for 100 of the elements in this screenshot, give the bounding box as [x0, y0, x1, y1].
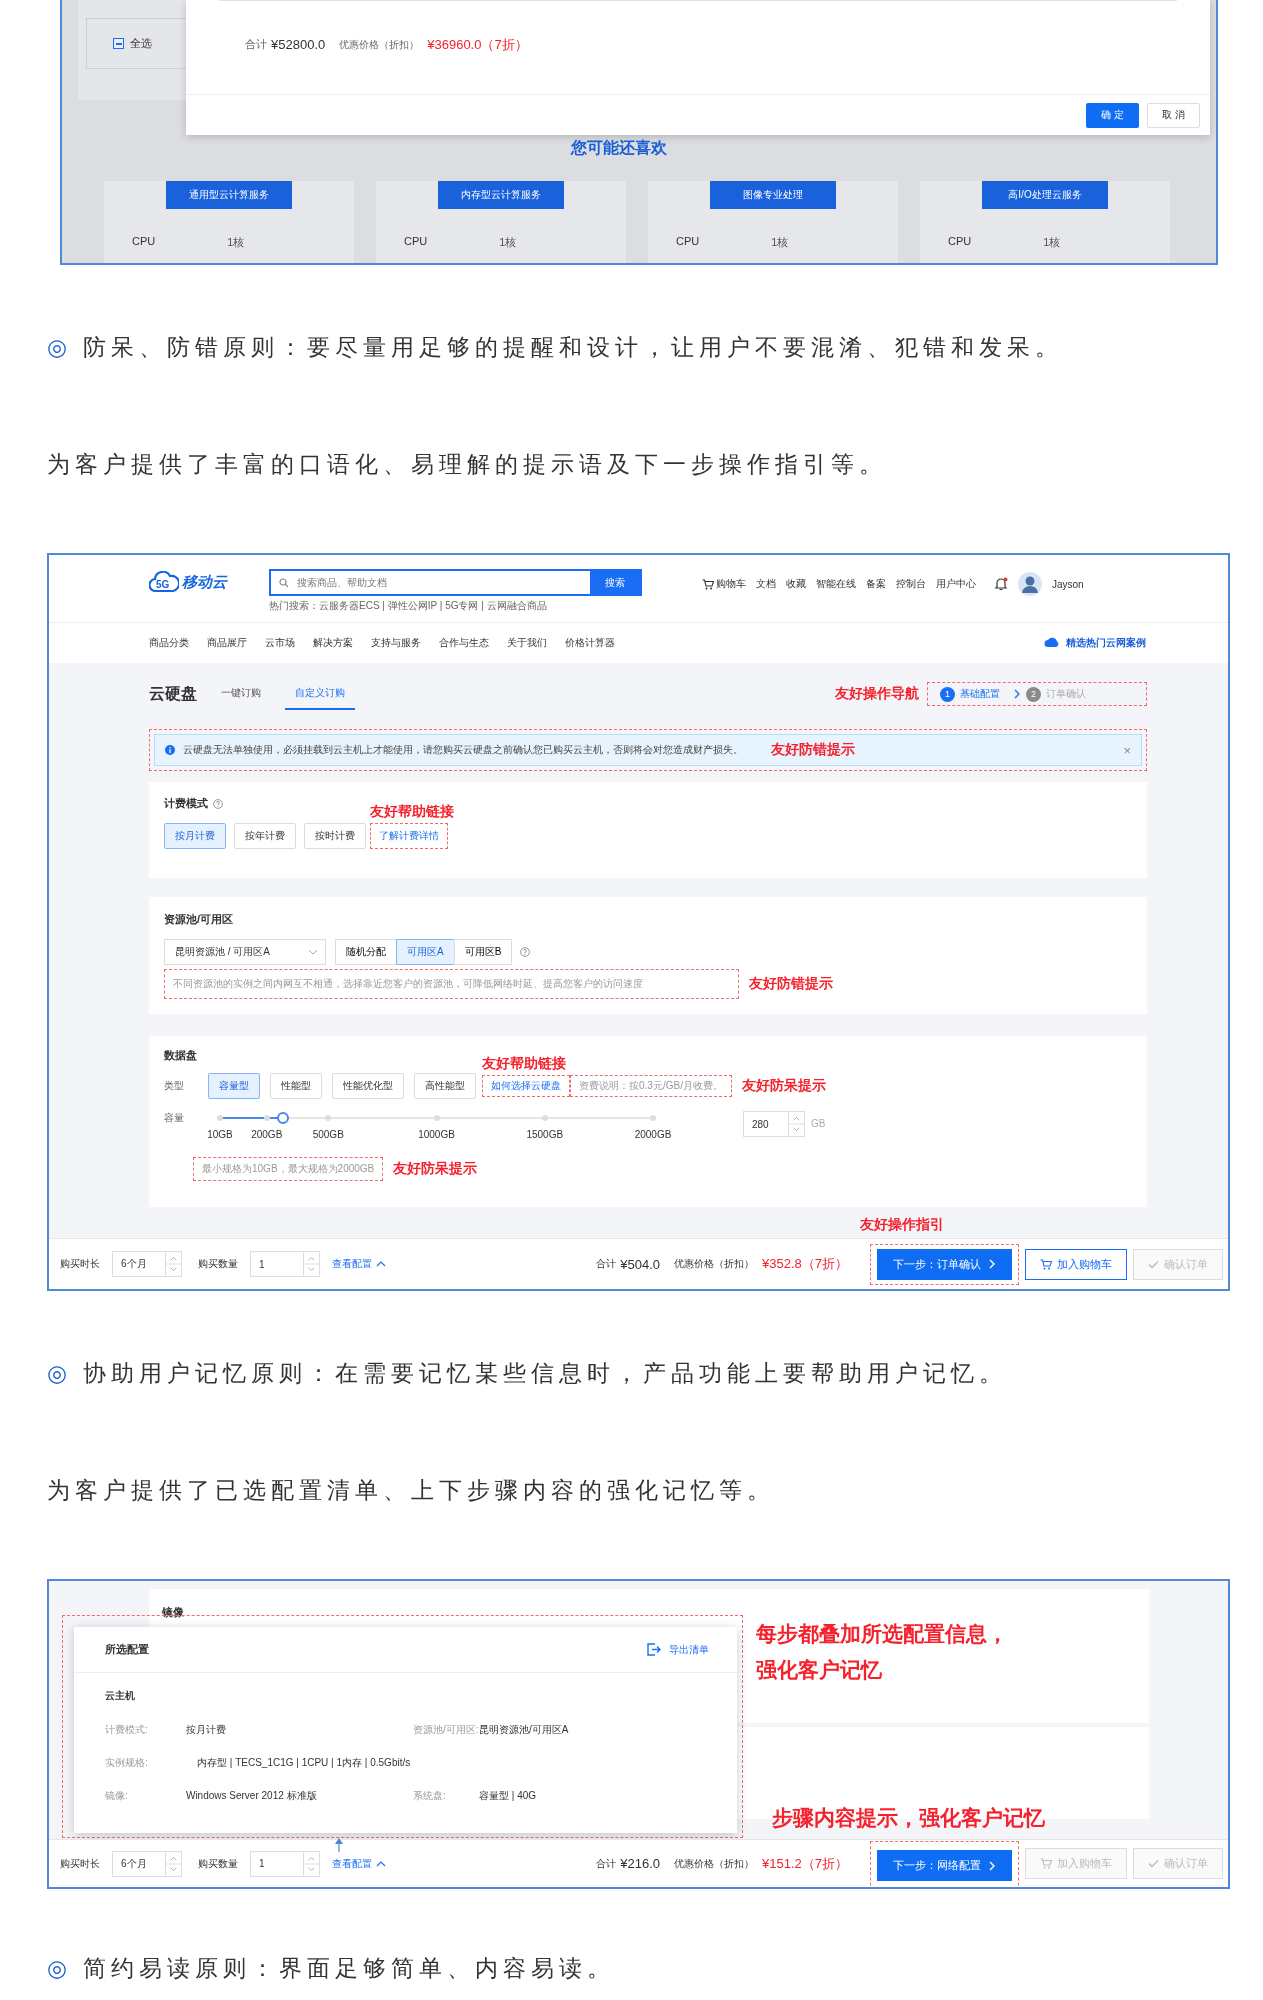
number-stepper[interactable]: 6个月: [112, 1251, 182, 1277]
view-config-link[interactable]: 查看配置: [332, 1257, 372, 1271]
slider-thumb[interactable]: [276, 1112, 289, 1124]
spec-value: 1核: [771, 235, 789, 250]
checkbox[interactable]: [113, 38, 124, 49]
export-icon[interactable]: [647, 1643, 661, 1656]
cart-icon: [1040, 1258, 1052, 1270]
total-price: ¥216.0: [620, 1856, 660, 1871]
nav-item[interactable]: 支持与服务: [371, 636, 421, 650]
avatar-icon[interactable]: [1018, 572, 1042, 596]
header-link[interactable]: 文档: [756, 577, 776, 591]
zone-option[interactable]: 可用区A: [396, 939, 455, 965]
section-title: 数据盘: [164, 1048, 197, 1063]
nav-item[interactable]: 解决方案: [313, 636, 353, 650]
spec-value: 1核: [227, 235, 245, 250]
config-label: 计费模式:: [105, 1722, 149, 1737]
confirm-button[interactable]: 确 定: [1086, 102, 1139, 128]
total-price: ¥504.0: [620, 1256, 660, 1272]
help-icon[interactable]: [520, 947, 531, 957]
nav-item[interactable]: 商品展厅: [207, 636, 247, 650]
header-link[interactable]: 备案: [866, 577, 886, 591]
section-title: 计费模式: [164, 796, 208, 811]
search-icon: [279, 577, 289, 588]
config-value: 内存型 | TECS_1C1G | 1CPU | 1内存 | 0.5Gbit/s: [197, 1755, 412, 1770]
promo-link[interactable]: 精选热门云网案例: [1066, 636, 1146, 650]
export-link[interactable]: 导出清单: [669, 1642, 709, 1657]
config-value: 按月计费: [185, 1722, 227, 1737]
popup-title: 所选配置: [105, 1642, 149, 1657]
number-stepper[interactable]: 6个月: [112, 1850, 182, 1877]
chevron-icon: [989, 1259, 996, 1269]
tab[interactable]: 自定义订购: [285, 678, 355, 710]
stepper-arrows-icon[interactable]: [165, 1252, 181, 1276]
number-stepper[interactable]: 1: [250, 1850, 320, 1877]
field-label: 购买数量: [198, 1257, 238, 1271]
principle-text: ◎ 简约易读原则：界面足够简单、内容易读。: [47, 1954, 617, 1983]
help-link[interactable]: 了解计费详情: [370, 823, 448, 849]
stepper-arrows-icon[interactable]: [303, 1252, 319, 1276]
discount-label: 优惠价格（折扣）: [339, 37, 420, 52]
spec-label: CPU: [132, 235, 156, 249]
option-button[interactable]: 按时计费: [304, 823, 366, 849]
search-field[interactable]: 搜索商品、帮助文档 搜索: [269, 569, 642, 596]
tick-label: 1000GB: [418, 1129, 455, 1140]
help-icon[interactable]: [213, 798, 223, 809]
option-button[interactable]: 按年计费: [234, 823, 296, 849]
option-button[interactable]: 容量型: [208, 1073, 260, 1099]
add-to-cart-button[interactable]: 加入购物车: [1025, 1248, 1127, 1280]
product-button[interactable]: 图像专业处理: [710, 181, 836, 209]
annotation-text: 友好操作指引: [860, 1216, 944, 1234]
nav-item[interactable]: 云市场: [265, 636, 295, 650]
config-label: 实例规格:: [105, 1755, 149, 1770]
nav-item[interactable]: 价格计算器: [565, 636, 615, 650]
field-label: 购买时长: [60, 1257, 100, 1271]
help-link[interactable]: 如何选择云硬盘: [482, 1075, 570, 1097]
annotation-text: 友好帮助链接: [482, 1055, 566, 1073]
hot-search-text: 热门搜索：云服务器ECS | 弹性公网IP | 5G专网 | 云网融合商品: [269, 599, 548, 613]
cancel-button[interactable]: 取 消: [1147, 102, 1200, 128]
stepper-arrows-icon[interactable]: [303, 1851, 319, 1876]
section-title: 资源池/可用区: [164, 912, 234, 927]
logo-badge-text: 5G: [156, 579, 170, 590]
total-label: 合计: [596, 1257, 617, 1271]
product-button[interactable]: 内存型云计算服务: [438, 181, 564, 209]
info-icon: [165, 745, 175, 755]
config-value: Windows Server 2012 标准版: [185, 1788, 318, 1803]
pool-dropdown[interactable]: 昆明资源池 / 可用区A: [164, 939, 326, 965]
header-link[interactable]: 收藏: [786, 577, 806, 591]
check-icon: [1148, 1859, 1159, 1868]
product-button[interactable]: 高I/O处理云服务: [982, 181, 1108, 209]
annotation-text: 每步都叠加所选配置信息，: [756, 1621, 1008, 1647]
caret-icon: [376, 1860, 386, 1867]
option-button[interactable]: 按月计费: [164, 823, 226, 849]
next-step-button[interactable]: 下一步：网络配置: [877, 1850, 1012, 1881]
zone-option[interactable]: 可用区B: [453, 939, 513, 965]
up-arrow-icon: [334, 1837, 344, 1852]
checkbox-label: 全选: [130, 36, 152, 51]
header-link[interactable]: 用户中心: [936, 577, 976, 591]
header-link[interactable]: 购物车: [716, 577, 746, 591]
nav-item[interactable]: 商品分类: [149, 636, 189, 650]
bell-icon[interactable]: [994, 577, 1008, 591]
spec-label: CPU: [948, 235, 972, 249]
stepper-arrows-icon[interactable]: [165, 1851, 181, 1876]
number-stepper[interactable]: 280: [743, 1111, 805, 1137]
option-button[interactable]: 高性能型: [414, 1073, 476, 1099]
nav-item[interactable]: 关于我们: [507, 636, 547, 650]
number-stepper[interactable]: 1: [250, 1251, 320, 1277]
option-button[interactable]: 性能优化型: [332, 1073, 404, 1099]
search-button[interactable]: 搜索: [590, 571, 640, 594]
view-config-link[interactable]: 查看配置: [332, 1856, 372, 1871]
product-button[interactable]: 通用型云计算服务: [166, 181, 292, 209]
nav-item[interactable]: 合作与生态: [439, 636, 489, 650]
tab[interactable]: 一键订购: [211, 678, 271, 710]
spec-value: 1核: [499, 235, 517, 250]
next-step-button[interactable]: 下一步：订单确认: [877, 1248, 1012, 1280]
stepper-arrows-icon[interactable]: [788, 1112, 804, 1136]
notice-text: 云硬盘无法单独使用，必须挂载到云主机上才能使用，请您购买云硬盘之前确认您已购买云主机，否则将会对您造成财产损失。: [183, 743, 743, 757]
zone-option[interactable]: 随机分配: [335, 939, 397, 965]
option-button[interactable]: 性能型: [270, 1073, 322, 1099]
principle-text: ◎ 协助用户记忆原则：在需要记忆某些信息时，产品功能上要帮助用户记忆。: [47, 1359, 1009, 1388]
header-link[interactable]: 智能在线: [816, 577, 856, 591]
tick-label: 200GB: [251, 1129, 283, 1140]
header-link[interactable]: 控制台: [896, 577, 926, 591]
